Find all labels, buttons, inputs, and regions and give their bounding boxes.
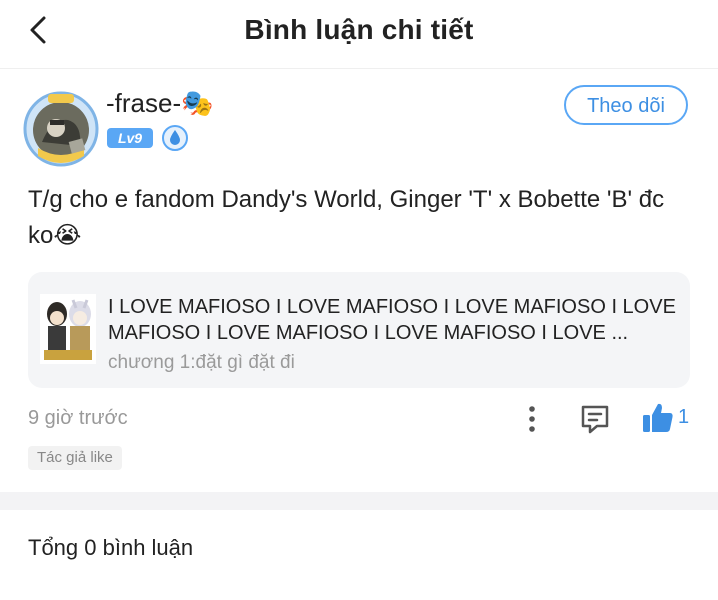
header-divider [0,68,718,69]
comment-timestamp: 9 giờ trước [28,407,128,429]
level-badge: Lv9 [107,128,153,148]
total-comments-label: Tổng 0 bình luận [28,535,194,560]
more-vertical-icon[interactable] [520,402,544,436]
author-liked-badge: Tác giả like [28,446,122,470]
thumbs-up-icon [643,403,673,432]
section-divider [0,492,718,510]
theater-masks-emoji: 🎭 [181,88,214,118]
avatar-image [23,91,99,167]
reply-icon[interactable] [578,402,612,436]
like-count: 1 [678,406,690,428]
like-button[interactable]: 1 [640,400,692,438]
author-name[interactable]: -frase-🎭 [106,88,214,119]
author-name-text: -frase- [106,88,182,118]
follow-button[interactable]: Theo dõi [564,85,688,125]
page-title: Bình luận chi tiết [244,14,474,45]
avatar[interactable] [22,90,100,168]
top-app-bar: Bình luận chi tiết [0,0,718,64]
story-title: I LOVE MAFIOSO I LOVE MAFIOSO I LOVE MAF… [108,296,676,344]
story-chapter: chương 1:đặt gì đặt đi [108,352,295,373]
drop-badge-icon [162,125,188,151]
story-thumbnail [40,294,96,364]
comment-text: T/g cho e fandom Dandy's World, Ginger '… [28,186,665,249]
story-card[interactable]: I LOVE MAFIOSO I LOVE MAFIOSO I LOVE MAF… [28,272,690,388]
